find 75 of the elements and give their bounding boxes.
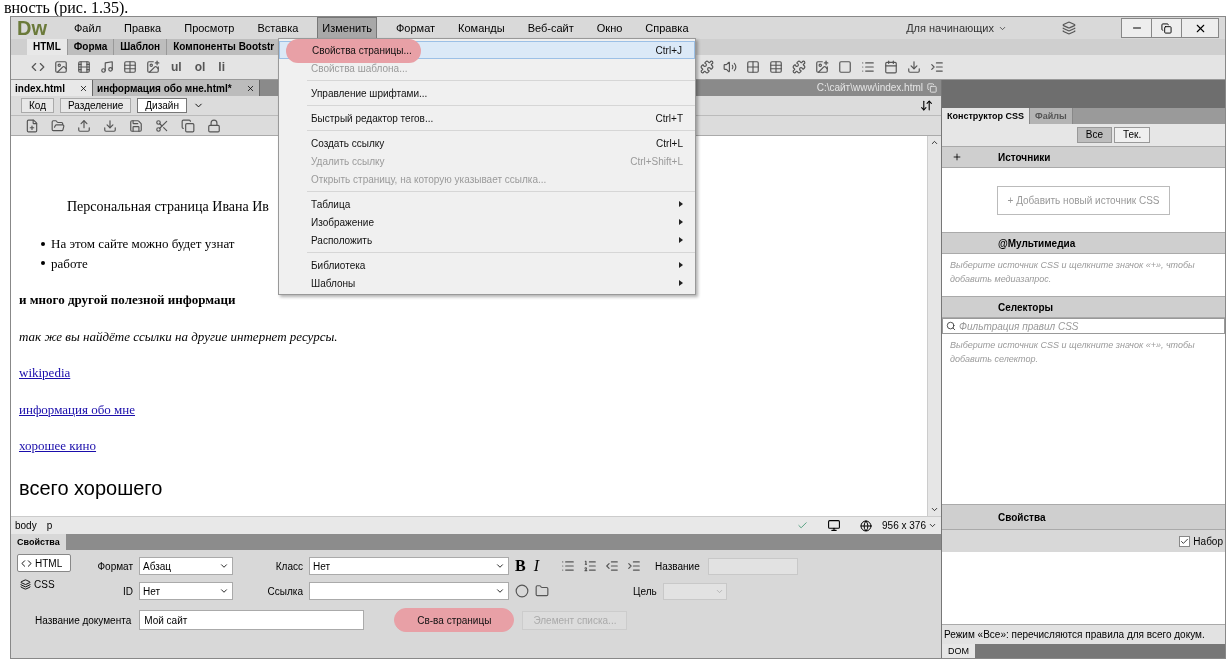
panel-tab[interactable]: Свойства	[11, 534, 66, 550]
menu-item[interactable]: Веб-сайт	[523, 17, 578, 39]
menu-entry[interactable]: Шаблоны	[279, 274, 695, 292]
document-tab[interactable]: информация обо мне.html*	[93, 80, 260, 96]
page-link[interactable]: хорошее кино	[19, 438, 97, 453]
panel-tab[interactable]: Конструктор CSS	[942, 108, 1031, 124]
field-label: ID	[122, 584, 133, 599]
id-select[interactable]: Нет	[139, 582, 233, 600]
class-select[interactable]: Нет	[309, 557, 509, 575]
insert-tab[interactable]: Шаблон	[114, 39, 168, 55]
field-label: Название документа	[35, 613, 132, 628]
italic-paragraph: так же вы найдёте ссылки на другие интернет ресурсы.	[19, 327, 338, 346]
section-title: Селекторы	[998, 300, 1054, 315]
menu-item[interactable]: Просмотр	[180, 17, 239, 39]
tag-selector-item[interactable]: p	[46, 518, 53, 533]
menu-item[interactable]: Справка	[641, 17, 693, 39]
insert-tag-button[interactable]: ol	[192, 58, 208, 76]
page-heading: Персональная страница Ивана Ив	[67, 198, 269, 216]
page-link[interactable]: wikipedia	[19, 365, 71, 380]
insert-tab[interactable]: HTML	[27, 39, 68, 55]
hint-text: Выберите источник CSS и щелкните значок «+», чтобы добавить медиазапрос.	[949, 259, 1196, 286]
menu-entry[interactable]: Управление шрифтами...	[279, 84, 695, 102]
panel-tab[interactable]: DOM	[942, 644, 975, 658]
status-text: Режим «Все»: перечисляются правила для всего докум.	[942, 624, 1225, 644]
menu-entry[interactable]: Изображение	[279, 213, 695, 231]
field-label: Класс	[274, 559, 303, 574]
window-size[interactable]: 956 x 376	[882, 518, 941, 533]
format-select[interactable]: Абзац	[139, 557, 233, 575]
menu-entry[interactable]: Таблица	[279, 195, 695, 213]
mode-button[interactable]: CSS	[17, 575, 71, 593]
menu-entry[interactable]: Расположить	[279, 231, 695, 249]
field-label: Цель	[633, 584, 657, 599]
bold-paragraph: и много другой полезной информаци	[19, 291, 236, 309]
document-title-field[interactable]: Мой сайт	[139, 610, 365, 630]
page-link[interactable]: информация обо мне	[19, 401, 135, 417]
page-button[interactable]: Св-ва страницы	[394, 608, 515, 632]
app-logo: Dw	[17, 18, 47, 38]
tag-selector-item[interactable]: body	[15, 518, 37, 533]
menu-item[interactable]: Команды	[454, 17, 509, 39]
view-button[interactable]: Дизайн	[137, 98, 187, 113]
file-path: C:\сайт\www\index.html	[816, 81, 924, 95]
list-item: На этом сайте можно будет узнат	[51, 235, 235, 253]
field-label: Ссылка	[266, 584, 303, 599]
checkbox-label: Набор	[1193, 534, 1223, 549]
bold-button[interactable]: B	[515, 554, 526, 578]
view-button[interactable]: Код	[21, 98, 54, 113]
large-paragraph: всего хорошего	[19, 475, 163, 501]
menu-item[interactable]: Изменить	[317, 16, 377, 40]
section-title: Источники	[998, 150, 1051, 165]
workspace-switcher[interactable]: Для начинающих	[906, 19, 1007, 37]
menu-item[interactable]: Правка	[120, 17, 166, 39]
filter-button[interactable]: Тек.	[1114, 127, 1151, 143]
section-title: @Мультимедиа	[998, 236, 1076, 251]
menu-item[interactable]: Формат	[392, 17, 440, 39]
menu-entry[interactable]: Библиотека	[279, 256, 695, 274]
menu-entry[interactable]: Быстрый редактор тегов... Ctrl+T	[279, 109, 695, 127]
filter-button[interactable]: Все	[1076, 127, 1112, 143]
view-button[interactable]: Разделение	[60, 98, 132, 113]
italic-button[interactable]: I	[533, 554, 539, 578]
caption-text: вность (рис. 1.35).	[3, 0, 130, 16]
mode-button[interactable]: HTML	[17, 554, 71, 572]
field-label: Формат	[96, 559, 133, 574]
insert-tab[interactable]: Форма	[67, 39, 115, 55]
menu-item[interactable]: Вставка	[253, 17, 303, 39]
hint-text: Выберите источник CSS и щелкните значок «+», чтобы добавить селектор.	[949, 339, 1196, 366]
menu-entry[interactable]: Создать ссылку Ctrl+L	[279, 134, 695, 152]
menu-item[interactable]: Файл	[70, 17, 106, 39]
section-title: Свойства	[998, 510, 1046, 525]
document-tab[interactable]: index.html	[11, 80, 93, 96]
insert-tag-button[interactable]: ul	[169, 58, 184, 76]
field-label: Название	[655, 559, 700, 574]
list-item: работе	[51, 254, 88, 273]
panel-tab[interactable]: Файлы	[1030, 108, 1073, 124]
menu-item[interactable]: Окно	[592, 17, 627, 39]
insert-tag-button[interactable]: li	[216, 58, 227, 76]
